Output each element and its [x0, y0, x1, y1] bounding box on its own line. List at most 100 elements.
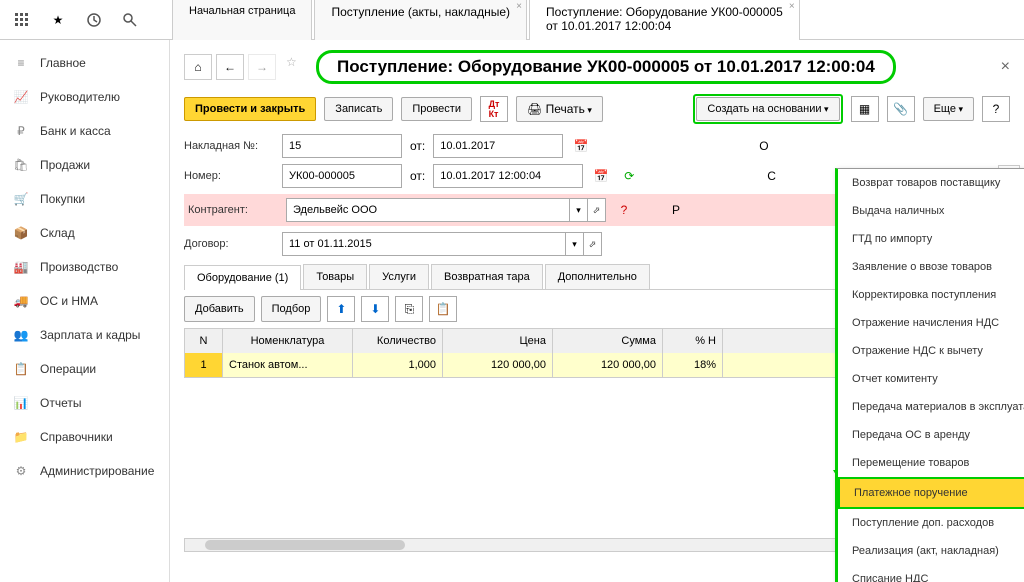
help-button[interactable]: ?	[982, 96, 1010, 122]
sidebar-item-warehouse[interactable]: 📦Склад	[0, 216, 169, 250]
search-icon[interactable]	[116, 6, 144, 34]
contractor-input[interactable]	[286, 198, 570, 222]
menu-item-payment-order[interactable]: Платежное поручение	[838, 477, 1024, 509]
open-ref-button[interactable]: ⬀	[584, 232, 602, 256]
forward-button[interactable]: →	[248, 54, 276, 80]
contractor-label: Контрагент:	[188, 204, 278, 216]
people-icon: 👥	[12, 326, 30, 344]
update-icon[interactable]: ⟳	[619, 166, 639, 186]
truck-icon: 🚚	[12, 292, 30, 310]
menu-item-vat-accrual[interactable]: Отражение начисления НДС	[838, 309, 1024, 337]
cell-sum: 120 000,00	[553, 353, 663, 377]
tab-receipt-doc[interactable]: Поступление: Оборудование УК00-000005 от…	[529, 0, 800, 43]
sidebar-item-purchases[interactable]: 🛒Покупки	[0, 182, 169, 216]
sidebar-item-salary[interactable]: 👥Зарплата и кадры	[0, 318, 169, 352]
menu-item-add-expenses[interactable]: Поступление доп. расходов	[838, 509, 1024, 537]
menu-item-goods-move[interactable]: Перемещение товаров	[838, 449, 1024, 477]
th-price[interactable]: Цена	[443, 329, 553, 353]
warehouse-label: С	[767, 169, 776, 183]
tab-returnable[interactable]: Возвратная тара	[431, 264, 543, 289]
help-icon[interactable]: ?	[614, 200, 634, 220]
contract-input[interactable]	[282, 232, 566, 256]
calendar-icon[interactable]: 📅	[571, 136, 591, 156]
sidebar-item-reports[interactable]: 📊 Отчеты	[0, 386, 169, 420]
sidebar-item-operations[interactable]: 📋 Операции	[0, 352, 169, 386]
menu-item-asset-lease[interactable]: Передача ОС в аренду	[838, 421, 1024, 449]
menu-item-realization[interactable]: Реализация (акт, накладная)	[838, 537, 1024, 565]
save-button[interactable]: Записать	[324, 97, 393, 121]
sidebar-item-admin[interactable]: ⚙Администрирование	[0, 454, 169, 488]
sidebar-item-catalogs[interactable]: 📁Справочники	[0, 420, 169, 454]
copy-icon[interactable]: ⎘	[395, 296, 423, 322]
close-icon[interactable]: ×	[789, 1, 795, 12]
th-quantity[interactable]: Количество	[353, 329, 443, 353]
dt-kt-icon[interactable]: ДтКт	[480, 96, 508, 122]
tab-equipment[interactable]: Оборудование (1)	[184, 265, 301, 290]
sidebar-item-production[interactable]: 🏭Производство	[0, 250, 169, 284]
tab-label: Поступление (акты, накладные)	[331, 5, 510, 19]
dropdown-toggle[interactable]: ▾	[570, 198, 588, 222]
sidebar-item-sales[interactable]: 🛍 Продажи	[0, 148, 169, 182]
sidebar-item-main[interactable]: ≡Главное	[0, 46, 169, 80]
th-number[interactable]: N	[185, 329, 223, 353]
close-button[interactable]: ×	[1001, 58, 1010, 76]
bag-icon: 🛍	[12, 156, 30, 174]
menu-item-vat-deduct[interactable]: Отражение НДС к вычету	[838, 337, 1024, 365]
star-icon[interactable]: ★	[44, 6, 72, 34]
tab-services[interactable]: Услуги	[369, 264, 429, 289]
tab-home[interactable]: Начальная страница	[172, 0, 312, 43]
add-row-button[interactable]: Добавить	[184, 296, 255, 322]
back-button[interactable]: ←	[216, 54, 244, 80]
menu-item-committent-report[interactable]: Отчет комитенту	[838, 365, 1024, 393]
open-ref-button[interactable]: ⬀	[588, 198, 606, 222]
doc-datetime-input[interactable]	[433, 164, 583, 188]
calendar-icon[interactable]: 📅	[591, 166, 611, 186]
create-based-on-button[interactable]: Создать на основании	[696, 97, 839, 121]
menu-item-import-statement[interactable]: Заявление о ввозе товаров	[838, 253, 1024, 281]
from-label: от:	[410, 139, 425, 153]
move-up-icon[interactable]: ⬆	[327, 296, 355, 322]
menu-item-correction[interactable]: Корректировка поступления	[838, 281, 1024, 309]
move-down-icon[interactable]: ⬇	[361, 296, 389, 322]
number-label: Номер:	[184, 170, 274, 182]
tab-goods[interactable]: Товары	[303, 264, 367, 289]
history-icon[interactable]	[80, 6, 108, 34]
attach-icon[interactable]: 📎	[887, 96, 915, 122]
sidebar-item-label: Операции	[40, 362, 96, 376]
sidebar-item-manager[interactable]: 📈Руководителю	[0, 80, 169, 114]
tab-additional[interactable]: Дополнительно	[545, 264, 650, 289]
home-button[interactable]: ⌂	[184, 54, 212, 80]
th-sum[interactable]: Сумма	[553, 329, 663, 353]
menu-icon: ≡	[12, 54, 30, 72]
th-vat[interactable]: % Н	[663, 329, 723, 353]
select-button[interactable]: Подбор	[261, 296, 322, 322]
dropdown-toggle[interactable]: ▾	[566, 232, 584, 256]
invoice-number-input[interactable]	[282, 134, 402, 158]
favorite-icon[interactable]: ☆	[286, 55, 310, 79]
post-button[interactable]: Провести	[401, 97, 472, 121]
report-icon: 📊	[12, 394, 30, 412]
post-and-close-button[interactable]: Провести и закрыть	[184, 97, 316, 121]
menu-item-materials-transfer[interactable]: Передача материалов в эксплуатацию	[838, 393, 1024, 421]
sidebar-item-label: Отчеты	[40, 396, 81, 410]
th-nomenclature[interactable]: Номенклатура	[223, 329, 353, 353]
paste-icon[interactable]: 📋	[429, 296, 457, 322]
apps-icon[interactable]	[8, 6, 36, 34]
menu-item-gtd[interactable]: ГТД по импорту	[838, 225, 1024, 253]
menu-item-return[interactable]: Возврат товаров поставщику	[838, 169, 1024, 197]
sidebar-item-label: Продажи	[40, 158, 90, 172]
sidebar-item-assets[interactable]: 🚚ОС и НМА	[0, 284, 169, 318]
journal-icon: 📋	[12, 360, 30, 378]
structure-icon[interactable]: ▦	[851, 96, 879, 122]
sidebar-item-bank[interactable]: ₽Банк и касса	[0, 114, 169, 148]
more-button[interactable]: Еще	[923, 97, 974, 121]
sidebar-item-label: Руководителю	[40, 90, 120, 104]
print-button[interactable]: 🖨 Печать	[516, 96, 603, 122]
invoice-date-input[interactable]	[433, 134, 563, 158]
doc-number-input[interactable]	[282, 164, 402, 188]
menu-item-cash[interactable]: Выдача наличных	[838, 197, 1024, 225]
close-icon[interactable]: ×	[516, 1, 522, 12]
tab-receipt-list[interactable]: Поступление (акты, накладные) ×	[314, 0, 527, 43]
menu-item-vat-writeoff[interactable]: Списание НДС	[838, 565, 1024, 582]
tab-label-line1: Поступление: Оборудование УК00-000005	[546, 5, 783, 19]
